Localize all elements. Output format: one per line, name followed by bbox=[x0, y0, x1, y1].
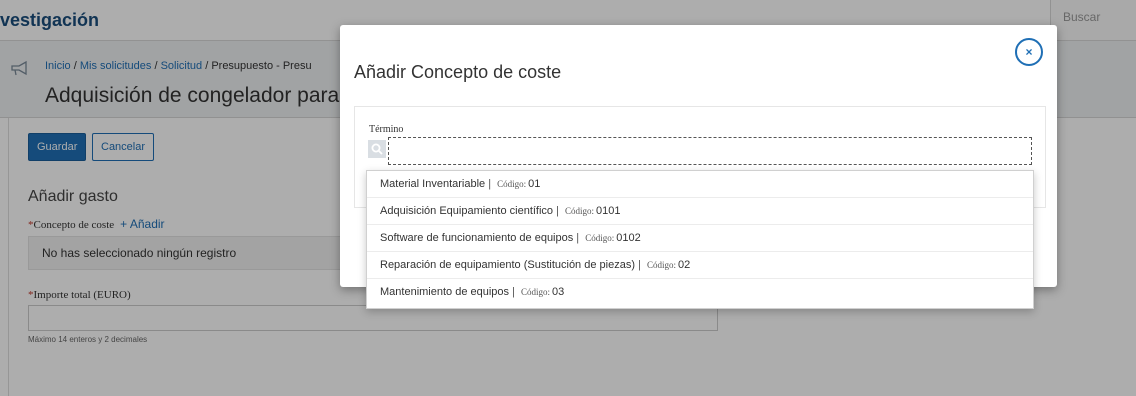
result-code: 01 bbox=[528, 178, 541, 190]
result-name: Mantenimiento de equipos bbox=[380, 286, 510, 298]
close-icon[interactable]: × bbox=[1015, 38, 1043, 66]
result-code: 03 bbox=[552, 286, 565, 298]
result-item[interactable]: Reparación de equipamiento (Sustitución … bbox=[367, 252, 1033, 279]
result-item[interactable]: Mantenimiento de equipos | Código: 03 bbox=[367, 279, 1033, 306]
result-item[interactable]: Adquisición Equipamiento científico | Có… bbox=[367, 198, 1033, 225]
result-name: Software de funcionamiento de equipos bbox=[380, 232, 574, 244]
result-code-label: Código: bbox=[646, 260, 676, 270]
term-label: Término bbox=[369, 124, 404, 135]
result-code-label: Código: bbox=[565, 206, 595, 216]
result-separator: | bbox=[573, 232, 583, 244]
modal-title: Añadir Concepto de coste bbox=[354, 62, 562, 82]
results-dropdown: Material Inventariable | Código: 01 Adqui… bbox=[366, 170, 1034, 309]
result-item[interactable]: Material Inventariable | Código: 01 bbox=[367, 171, 1033, 198]
result-code-label: Código: bbox=[585, 233, 615, 243]
result-name: Reparación de equipamiento (Sustitución … bbox=[380, 259, 635, 271]
result-name: Adquisición Equipamiento científico bbox=[380, 205, 554, 217]
result-separator: | bbox=[485, 178, 495, 190]
result-name: Material Inventariable bbox=[380, 178, 486, 190]
result-code: 0101 bbox=[596, 205, 621, 217]
result-item[interactable]: Software de funcionamiento de equipos | … bbox=[367, 225, 1033, 252]
search-icon bbox=[368, 140, 386, 158]
result-separator: | bbox=[509, 286, 519, 298]
result-code-label: Código: bbox=[521, 287, 551, 297]
result-separator: | bbox=[635, 259, 644, 271]
result-code: 02 bbox=[678, 259, 691, 271]
result-separator: | bbox=[553, 205, 563, 217]
term-search-input[interactable] bbox=[388, 137, 1032, 165]
result-code-label: Código: bbox=[497, 179, 527, 189]
result-code: 0102 bbox=[616, 232, 641, 244]
